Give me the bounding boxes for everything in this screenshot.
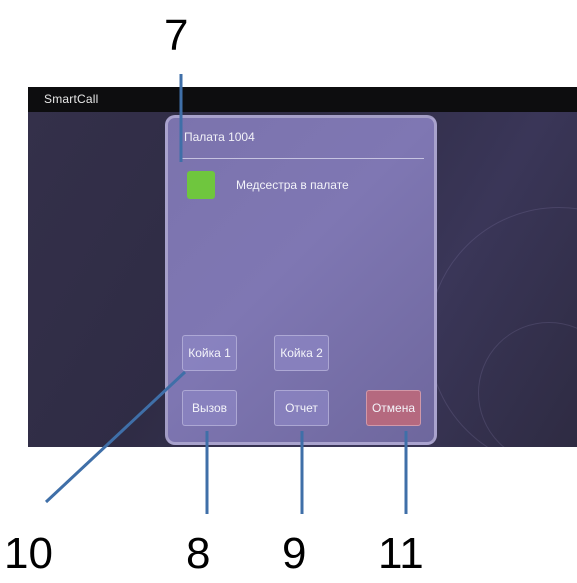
- callout-lines: [44, 74, 408, 514]
- leader-line-10: [44, 370, 187, 504]
